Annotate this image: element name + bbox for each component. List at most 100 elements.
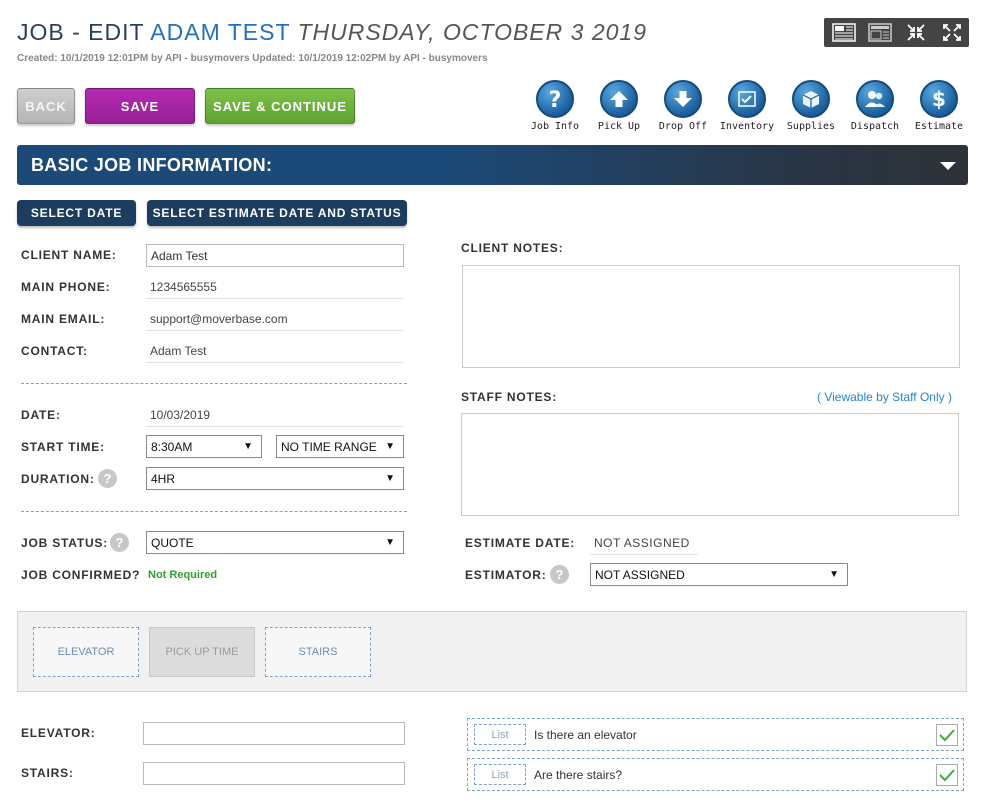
- help-icon[interactable]: ?: [550, 565, 569, 584]
- nav-dispatch[interactable]: Dispatch: [843, 80, 907, 132]
- people-icon: [856, 80, 894, 118]
- contact-label: CONTACT:: [21, 344, 88, 358]
- nav-label: Dispatch: [850, 121, 900, 132]
- stairs-checkbox[interactable]: [936, 764, 958, 786]
- tab-stairs[interactable]: STAIRS: [265, 627, 371, 677]
- expand-icon[interactable]: [940, 23, 964, 42]
- time-range-select[interactable]: NO TIME RANGE ▼: [276, 435, 404, 458]
- arrow-down-icon: [664, 80, 702, 118]
- job-confirmed-value: Not Required: [148, 569, 218, 581]
- staff-notes-textarea[interactable]: [461, 413, 959, 516]
- elevator-question-text: Is there an elevator: [534, 727, 637, 742]
- job-section-nav: ? Job Info Pick Up Drop Off Inventory Su…: [523, 80, 971, 132]
- help-icon[interactable]: ?: [98, 469, 117, 488]
- job-confirmed-label: JOB CONFIRMED?: [21, 568, 141, 582]
- client-name-input[interactable]: Adam Test: [146, 244, 404, 267]
- time-range-value: NO TIME RANGE: [281, 439, 377, 454]
- help-icon[interactable]: ?: [110, 533, 129, 552]
- nav-job-info[interactable]: ? Job Info: [523, 80, 587, 132]
- nav-label: Inventory: [719, 121, 775, 132]
- section-divider: [21, 383, 407, 384]
- select-date-button[interactable]: SELECT DATE: [17, 200, 136, 226]
- nav-label: Job Info: [530, 121, 580, 132]
- job-status-value: QUOTE: [151, 535, 194, 550]
- nav-label: Estimate: [914, 121, 964, 132]
- job-status-select[interactable]: QUOTE ▼: [146, 531, 404, 554]
- estimate-date-label: ESTIMATE DATE:: [465, 536, 576, 550]
- client-notes-label: CLIENT NOTES:: [461, 241, 564, 255]
- stairs-input[interactable]: [143, 762, 405, 785]
- main-email-value[interactable]: support@moverbase.com: [146, 308, 404, 331]
- estimate-date-value[interactable]: NOT ASSIGNED: [590, 532, 698, 555]
- elevator-label: ELEVATOR:: [21, 726, 96, 740]
- nav-drop-off[interactable]: Drop Off: [651, 80, 715, 132]
- duration-label: DURATION:: [21, 472, 95, 486]
- stairs-question-row: List Are there stairs?: [467, 758, 964, 791]
- created-updated-meta: Created: 10/1/2019 12:01PM by API - busy…: [17, 53, 488, 64]
- question-icon: ?: [536, 80, 574, 118]
- nav-label: Drop Off: [658, 121, 708, 132]
- title-prefix: JOB - EDIT: [17, 19, 145, 45]
- job-status-label: JOB STATUS:: [21, 536, 109, 550]
- dropdown-arrow-icon: ▼: [385, 473, 395, 484]
- duration-select[interactable]: 4HR ▼: [146, 467, 404, 490]
- section-title: BASIC JOB INFORMATION:: [31, 154, 273, 175]
- tab-elevator[interactable]: ELEVATOR: [33, 627, 139, 677]
- dropdown-arrow-icon: ▼: [829, 569, 839, 580]
- elevator-input[interactable]: [143, 722, 405, 745]
- date-value[interactable]: 10/03/2019: [146, 404, 404, 427]
- nav-supplies[interactable]: Supplies: [779, 80, 843, 132]
- collapse-icon[interactable]: [904, 23, 928, 42]
- svg-text:?: ?: [549, 88, 562, 111]
- dropdown-arrow-icon: ▼: [385, 441, 395, 452]
- checkmark-icon: [939, 729, 955, 742]
- nav-label: Supplies: [786, 121, 836, 132]
- estimator-label: ESTIMATOR:: [465, 568, 547, 582]
- stairs-question-text: Are there stairs?: [534, 767, 623, 782]
- nav-label: Pick Up: [597, 121, 641, 132]
- start-time-label: START TIME:: [21, 440, 105, 454]
- box-icon: [792, 80, 830, 118]
- client-notes-textarea[interactable]: [462, 265, 960, 368]
- estimator-select[interactable]: NOT ASSIGNED ▼: [590, 563, 848, 586]
- list-button[interactable]: List: [474, 724, 526, 745]
- client-name-label: CLIENT NAME:: [21, 248, 117, 262]
- save-continue-button[interactable]: SAVE & CONTINUE: [205, 88, 355, 124]
- dropdown-arrow-icon: ▼: [385, 537, 395, 548]
- main-phone-label: MAIN PHONE:: [21, 280, 111, 294]
- select-estimate-date-button[interactable]: SELECT ESTIMATE DATE AND STATUS: [147, 200, 407, 226]
- dollar-icon: $: [920, 80, 958, 118]
- back-button[interactable]: BACK: [17, 88, 75, 124]
- contact-value[interactable]: Adam Test: [146, 340, 404, 363]
- start-time-value: 8:30AM: [151, 439, 193, 454]
- title-client-name: ADAM TEST: [150, 19, 291, 45]
- checkmark-icon: [939, 769, 955, 782]
- page-title: JOB - EDIT ADAM TEST THURSDAY, OCTOBER 3…: [17, 18, 647, 46]
- title-job-date: THURSDAY, OCTOBER 3 2019: [297, 19, 647, 45]
- layout-detail-icon[interactable]: [832, 23, 856, 42]
- main-phone-value[interactable]: 1234565555: [146, 276, 404, 299]
- dropdown-arrow-icon: ▼: [243, 441, 253, 452]
- main-email-label: MAIN EMAIL:: [21, 312, 106, 326]
- inventory-icon: [728, 80, 766, 118]
- save-button[interactable]: SAVE: [85, 88, 195, 124]
- stairs-label: STAIRS:: [21, 766, 74, 780]
- nav-pick-up[interactable]: Pick Up: [587, 80, 651, 132]
- elevator-checkbox[interactable]: [936, 724, 958, 746]
- nav-inventory[interactable]: Inventory: [715, 80, 779, 132]
- section-divider: [21, 511, 407, 512]
- date-label: DATE:: [21, 408, 61, 422]
- staff-notes-label: STAFF NOTES:: [461, 390, 558, 404]
- duration-value: 4HR: [151, 471, 176, 486]
- layout-simple-icon[interactable]: [868, 23, 892, 42]
- list-button[interactable]: List: [474, 764, 526, 785]
- view-toolbar: [824, 18, 969, 47]
- elevator-question-row: List Is there an elevator: [467, 718, 964, 751]
- tab-pick-up-time[interactable]: PICK UP TIME: [149, 627, 255, 677]
- start-time-select[interactable]: 8:30AM ▼: [146, 435, 262, 458]
- svg-text:$: $: [932, 87, 946, 111]
- nav-estimate[interactable]: $ Estimate: [907, 80, 971, 132]
- caret-down-icon[interactable]: [940, 162, 956, 170]
- staff-only-hint: ( Viewable by Staff Only ): [817, 390, 952, 404]
- basic-job-info-section-header[interactable]: BASIC JOB INFORMATION:: [17, 145, 968, 185]
